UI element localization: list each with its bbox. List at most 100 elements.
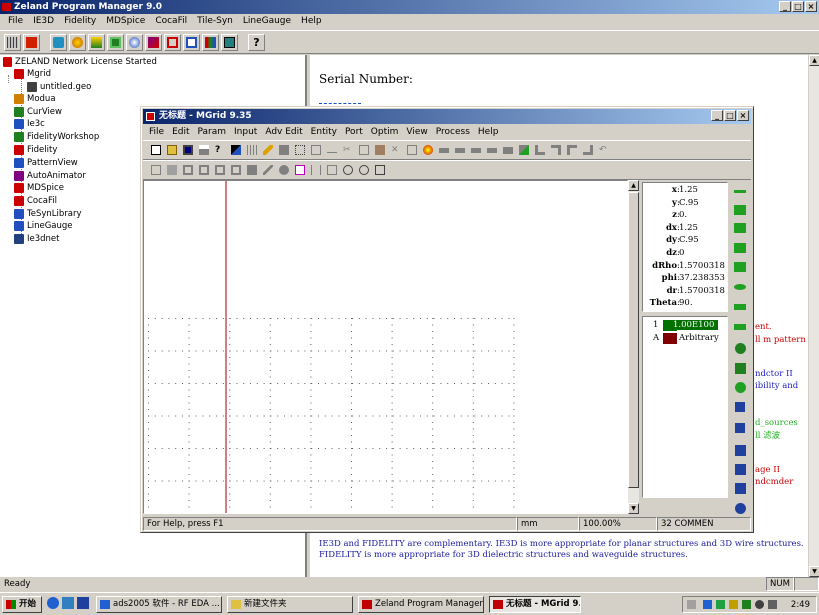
entity-tool-button[interactable] xyxy=(733,321,747,333)
checked-rect-button[interactable] xyxy=(517,143,531,157)
entity-tool-button[interactable] xyxy=(733,301,747,313)
tray-icon-5[interactable] xyxy=(755,600,764,609)
menu-file[interactable]: File xyxy=(3,14,28,29)
canvas-scroll-thumb[interactable] xyxy=(628,192,639,488)
mgrid-menu-input[interactable]: Input xyxy=(230,125,261,140)
toolbar-cocafil-button[interactable] xyxy=(183,33,200,51)
entity-tool-button[interactable] xyxy=(733,261,747,273)
start-button[interactable]: 开始 xyxy=(2,596,42,613)
volume-icon[interactable] xyxy=(768,600,777,609)
toolbar-fidelity-button[interactable] xyxy=(107,33,124,51)
align-1-button[interactable] xyxy=(437,143,451,157)
mgrid-menu-file[interactable]: File xyxy=(145,125,168,140)
bend-1-button[interactable] xyxy=(533,143,547,157)
entity-tool-button[interactable] xyxy=(733,281,747,293)
mgrid-menu-entity[interactable]: Entity xyxy=(307,125,341,140)
color-button[interactable] xyxy=(421,143,435,157)
info-pane-scrollbar[interactable]: ▲ ▼ xyxy=(808,55,819,577)
zoom-in-button[interactable] xyxy=(341,163,355,177)
tree-item[interactable]: MDSpice xyxy=(14,182,64,194)
entity-tool-button[interactable] xyxy=(733,185,747,197)
tree-item[interactable]: CurView xyxy=(14,106,62,118)
mgrid-menu-port[interactable]: Port xyxy=(341,125,367,140)
toolbar-autoanimator-button[interactable] xyxy=(145,33,162,51)
tool-k-button[interactable] xyxy=(309,163,323,177)
mgrid-maximize-button[interactable]: □ xyxy=(724,110,736,121)
tool-h-button[interactable] xyxy=(261,163,275,177)
mgrid-menu-optim[interactable]: Optim xyxy=(367,125,403,140)
open-file-button[interactable] xyxy=(165,143,179,157)
zoom-fit-button[interactable] xyxy=(373,163,387,177)
context-help-button[interactable] xyxy=(229,143,243,157)
entity-tool-button[interactable] xyxy=(733,502,747,514)
toolbar-ie3d-button[interactable] xyxy=(23,33,40,51)
entity-tool-button[interactable] xyxy=(733,422,747,434)
mgrid-menu-view[interactable]: View xyxy=(402,125,431,140)
taskbar-window-button[interactable]: Zeland Program Manager... xyxy=(358,596,484,613)
material-row[interactable]: A Arbitrary xyxy=(643,333,727,345)
tool-f-button[interactable] xyxy=(229,163,243,177)
mgrid-menu-process[interactable]: Process xyxy=(432,125,474,140)
align-3-button[interactable] xyxy=(469,143,483,157)
tray-icon-3[interactable] xyxy=(729,600,738,609)
entity-tool-button[interactable] xyxy=(733,381,747,393)
ime-icon[interactable] xyxy=(687,600,696,609)
entity-tool-button[interactable] xyxy=(733,401,747,413)
media-icon[interactable] xyxy=(77,597,89,609)
tree-item[interactable]: Ie3dnet xyxy=(14,233,60,245)
undo-button[interactable]: ↶ xyxy=(597,143,611,157)
menu-ie3d[interactable]: IE3D xyxy=(28,14,59,29)
ie-icon[interactable] xyxy=(47,597,59,609)
copy-button[interactable] xyxy=(357,143,371,157)
move-button[interactable] xyxy=(405,143,419,157)
menu-fidelity[interactable]: Fidelity xyxy=(59,14,101,29)
canvas-vertical-scrollbar[interactable]: ▲ ▼ xyxy=(628,180,639,514)
arrow-button[interactable] xyxy=(325,143,339,157)
close-button[interactable]: × xyxy=(805,1,817,12)
tool-a-button[interactable] xyxy=(149,163,163,177)
print-button[interactable] xyxy=(197,143,211,157)
tree-item[interactable]: PatternView xyxy=(14,157,78,169)
mgrid-title-bar[interactable]: 无标题 - MGrid 9.35 _ □ × xyxy=(143,109,751,124)
entity-tool-button[interactable] xyxy=(733,362,747,374)
rectangle-button[interactable] xyxy=(501,143,515,157)
entity-tool-button[interactable] xyxy=(733,444,747,456)
select-button[interactable] xyxy=(277,143,291,157)
toolbar-tesyn-button[interactable] xyxy=(202,33,219,51)
entity-tool-button[interactable] xyxy=(733,463,747,475)
maximize-button[interactable]: □ xyxy=(792,1,804,12)
mgrid-menu-edit[interactable]: Edit xyxy=(168,125,193,140)
menu-help[interactable]: Help xyxy=(296,14,327,29)
taskbar-window-button[interactable]: ads2005 软件 - RF EDA ... xyxy=(96,596,222,613)
paste-button[interactable] xyxy=(373,143,387,157)
cut-button[interactable]: ✂ xyxy=(341,143,355,157)
entity-tool-button[interactable] xyxy=(733,342,747,354)
align-2-button[interactable] xyxy=(453,143,467,157)
entity-tool-button[interactable] xyxy=(733,242,747,254)
menu-linegauge[interactable]: LineGauge xyxy=(238,14,296,29)
network-icon[interactable] xyxy=(703,600,712,609)
toolbar-linegauge-button[interactable] xyxy=(221,33,238,51)
entity-tool-button[interactable] xyxy=(733,482,747,494)
zoom-out-button[interactable] xyxy=(357,163,371,177)
mesh-button[interactable] xyxy=(245,143,259,157)
tool-e-button[interactable] xyxy=(213,163,227,177)
bend-4-button[interactable] xyxy=(581,143,595,157)
tree-item[interactable]: Fidelity xyxy=(14,144,57,156)
entity-tool-button[interactable] xyxy=(733,204,747,216)
tray-icon-2[interactable] xyxy=(716,600,725,609)
mgrid-minimize-button[interactable]: _ xyxy=(711,110,723,121)
tree-item[interactable]: AutoAnimator xyxy=(14,170,86,182)
mgrid-close-button[interactable]: × xyxy=(737,110,749,121)
toolbar-patternview-button[interactable] xyxy=(126,33,143,51)
scroll-up-arrow-icon[interactable]: ▲ xyxy=(809,55,819,66)
menu-mdspice[interactable]: MDSpice xyxy=(101,14,150,29)
tree-item[interactable]: CocaFil xyxy=(14,195,57,207)
canvas-scroll-down-icon[interactable]: ▼ xyxy=(628,503,639,514)
canvas-scroll-up-icon[interactable]: ▲ xyxy=(628,180,639,191)
tool-i-button[interactable] xyxy=(277,163,291,177)
outer-window-title-bar[interactable]: Zeland Program Manager 9.0 _ □ × xyxy=(0,0,819,14)
bend-3-button[interactable] xyxy=(565,143,579,157)
toolbar-fidelity-workshop-button[interactable] xyxy=(88,33,105,51)
entity-tool-button[interactable] xyxy=(733,222,747,234)
